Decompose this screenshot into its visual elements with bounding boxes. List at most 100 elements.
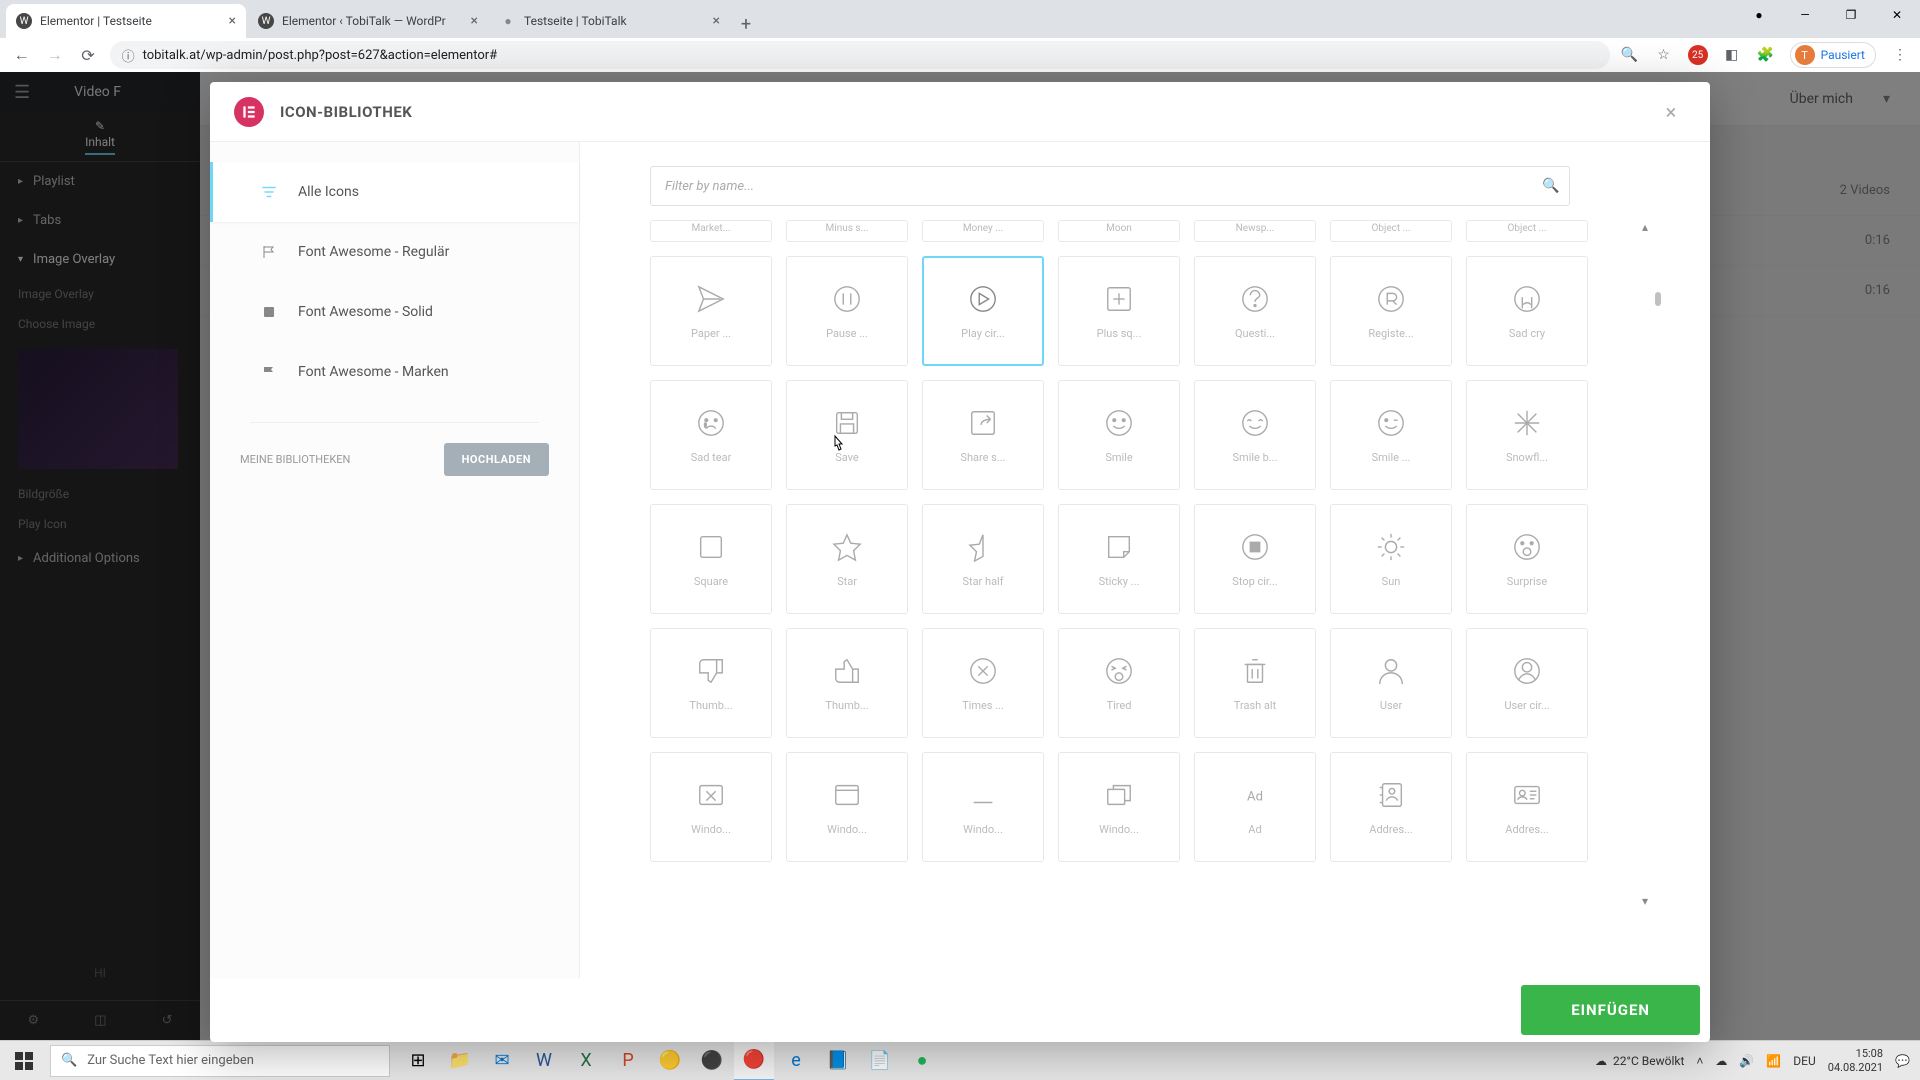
icon-item-sad-tear[interactable]: Sad tear bbox=[650, 380, 772, 490]
icon-item-question-circle[interactable]: Questi... bbox=[1194, 256, 1316, 366]
icon-item-surprise[interactable]: Surprise bbox=[1466, 504, 1588, 614]
menu-icon[interactable]: ⋮ bbox=[1890, 45, 1910, 65]
app-icon[interactable]: 📘 bbox=[818, 1041, 858, 1080]
wifi-icon[interactable]: 📶 bbox=[1766, 1054, 1781, 1068]
icon-item-partial[interactable]: Money ... bbox=[922, 220, 1044, 242]
icon-item-save[interactable]: Save bbox=[786, 380, 908, 490]
search-input[interactable] bbox=[650, 166, 1570, 206]
reload-button[interactable]: ⟳ bbox=[76, 43, 99, 67]
powerpoint-icon[interactable]: P bbox=[608, 1041, 648, 1080]
excel-icon[interactable]: X bbox=[566, 1041, 606, 1080]
icon-item-partial[interactable]: Object ... bbox=[1466, 220, 1588, 242]
close-icon[interactable]: × bbox=[713, 13, 720, 29]
close-icon[interactable]: ✕ bbox=[1874, 0, 1920, 30]
icon-item-window-minimize[interactable]: Windo... bbox=[922, 752, 1044, 862]
icon-item-paper-plane[interactable]: Paper ... bbox=[650, 256, 772, 366]
extension-icon[interactable]: 25 bbox=[1688, 45, 1708, 65]
browser-tab-3[interactable]: ● Testseite | TobiTalk × bbox=[490, 4, 730, 38]
icon-item-times-circle[interactable]: Times ... bbox=[922, 628, 1044, 738]
icon-item-ad[interactable]: Ad bbox=[1194, 752, 1316, 862]
icon-item-smile-wink[interactable]: Smile ... bbox=[1330, 380, 1452, 490]
close-icon[interactable]: × bbox=[471, 13, 478, 29]
explorer-icon[interactable]: 📁 bbox=[440, 1041, 480, 1080]
sidebar-item-fa-solid[interactable]: Font Awesome - Solid bbox=[210, 282, 579, 342]
scroll-up-icon[interactable]: ▴ bbox=[1642, 220, 1658, 234]
icon-item-sun[interactable]: Sun bbox=[1330, 504, 1452, 614]
onedrive-icon[interactable]: ☁ bbox=[1715, 1054, 1727, 1068]
sidebar-item-fa-brands[interactable]: Font Awesome - Marken bbox=[210, 342, 579, 402]
extensions-menu-icon[interactable]: 🧩 bbox=[1756, 45, 1776, 65]
edge-icon[interactable]: e bbox=[776, 1041, 816, 1080]
app-icon[interactable]: 🟡 bbox=[650, 1041, 690, 1080]
icon-item-square[interactable]: Square bbox=[650, 504, 772, 614]
icon-item-sticky-note[interactable]: Sticky ... bbox=[1058, 504, 1180, 614]
browser-tab-2[interactable]: W Elementor ‹ TobiTalk — WordPr × bbox=[248, 4, 488, 38]
scroll-down-icon[interactable]: ▾ bbox=[1642, 894, 1658, 908]
icon-item-stop-circle[interactable]: Stop cir... bbox=[1194, 504, 1316, 614]
icon-item-registered[interactable]: Registe... bbox=[1330, 256, 1452, 366]
back-button[interactable]: ← bbox=[10, 43, 33, 67]
taskbar-search[interactable]: 🔍 Zur Suche Text hier eingeben bbox=[50, 1045, 390, 1077]
word-icon[interactable]: W bbox=[524, 1041, 564, 1080]
scrollbar-thumb[interactable] bbox=[1655, 292, 1661, 306]
new-tab-button[interactable]: + bbox=[732, 10, 760, 38]
icon-item-user-circle[interactable]: User cir... bbox=[1466, 628, 1588, 738]
icon-item-smile-beam[interactable]: Smile b... bbox=[1194, 380, 1316, 490]
icon-item-thumbs-down[interactable]: Thumb... bbox=[650, 628, 772, 738]
icon-item-partial[interactable]: Minus s... bbox=[786, 220, 908, 242]
volume-icon[interactable]: 🔊 bbox=[1739, 1054, 1754, 1068]
start-button[interactable] bbox=[0, 1041, 48, 1080]
icon-item-sad-cry[interactable]: Sad cry bbox=[1466, 256, 1588, 366]
profile-button[interactable]: T Pausiert bbox=[1790, 42, 1876, 68]
account-dot-icon[interactable]: ● bbox=[1736, 0, 1782, 30]
icon-item-user[interactable]: User bbox=[1330, 628, 1452, 738]
close-icon[interactable]: × bbox=[229, 13, 236, 29]
tray-chevron-icon[interactable]: ˄ bbox=[1696, 1054, 1703, 1068]
icon-item-partial[interactable]: Market... bbox=[650, 220, 772, 242]
bookmark-icon[interactable]: ☆ bbox=[1654, 45, 1674, 65]
icon-item-pause-circle[interactable]: Pause ... bbox=[786, 256, 908, 366]
icon-item-share-square[interactable]: Share s... bbox=[922, 380, 1044, 490]
icon-item-plus-square[interactable]: Plus sq... bbox=[1058, 256, 1180, 366]
minimize-icon[interactable]: ― bbox=[1782, 0, 1828, 30]
language-indicator[interactable]: DEU bbox=[1793, 1054, 1815, 1068]
clock[interactable]: 15:08 04.08.2021 bbox=[1828, 1047, 1883, 1073]
icon-item-play-circle[interactable]: Play cir... bbox=[922, 256, 1044, 366]
close-icon[interactable]: × bbox=[1656, 97, 1686, 127]
obs-icon[interactable]: ⚫ bbox=[692, 1041, 732, 1080]
icon-item-thumbs-up[interactable]: Thumb... bbox=[786, 628, 908, 738]
insert-button[interactable]: EINFÜGEN bbox=[1521, 985, 1700, 1035]
site-info-icon[interactable]: ⓘ bbox=[122, 46, 135, 65]
sidebar-item-all-icons[interactable]: Alle Icons bbox=[210, 162, 579, 222]
icon-item-partial[interactable]: Newsp... bbox=[1194, 220, 1316, 242]
icon-item-star-half[interactable]: Star half bbox=[922, 504, 1044, 614]
icon-item-smile[interactable]: Smile bbox=[1058, 380, 1180, 490]
spotify-icon[interactable]: ● bbox=[902, 1041, 942, 1080]
url-field[interactable]: ⓘ tobitalk.at/wp-admin/post.php?post=627… bbox=[110, 41, 1610, 69]
icon-item-partial[interactable]: Moon bbox=[1058, 220, 1180, 242]
icon-item-address-card[interactable]: Addres... bbox=[1466, 752, 1588, 862]
upload-button[interactable]: HOCHLADEN bbox=[444, 443, 549, 476]
icon-item-partial[interactable]: Object ... bbox=[1330, 220, 1452, 242]
zoom-icon[interactable]: 🔍 bbox=[1620, 45, 1640, 65]
icon-item-trash-alt[interactable]: Trash alt bbox=[1194, 628, 1316, 738]
extension-icon[interactable]: ◧ bbox=[1722, 45, 1742, 65]
browser-tab-1[interactable]: W Elementor | Testseite × bbox=[6, 4, 246, 38]
task-view-icon[interactable]: ⊞ bbox=[398, 1041, 438, 1080]
sidebar-item-fa-regular[interactable]: Font Awesome - Regulär bbox=[210, 222, 579, 282]
maximize-icon[interactable]: ❐ bbox=[1828, 0, 1874, 30]
icon-item-window-restore[interactable]: Windo... bbox=[1058, 752, 1180, 862]
notepad-icon[interactable]: 📄 bbox=[860, 1041, 900, 1080]
icon-item-star[interactable]: Star bbox=[786, 504, 908, 614]
icon-item-tired[interactable]: Tired bbox=[1058, 628, 1180, 738]
weather-widget[interactable]: ☁ 22°C Bewölkt bbox=[1595, 1054, 1684, 1068]
mail-icon[interactable]: ✉ bbox=[482, 1041, 522, 1080]
forward-button[interactable]: → bbox=[43, 43, 66, 67]
icon-item-window-close[interactable]: Windo... bbox=[650, 752, 772, 862]
icon-item-snowflake[interactable]: Snowfl... bbox=[1466, 380, 1588, 490]
notifications-icon[interactable]: 💬 bbox=[1895, 1054, 1910, 1068]
chrome-icon[interactable]: 🔴 bbox=[734, 1041, 774, 1080]
icon-item-address-book[interactable]: Addres... bbox=[1330, 752, 1452, 862]
icon-item-window-maximize[interactable]: Windo... bbox=[786, 752, 908, 862]
search-icon[interactable]: 🔍 bbox=[1542, 178, 1559, 194]
